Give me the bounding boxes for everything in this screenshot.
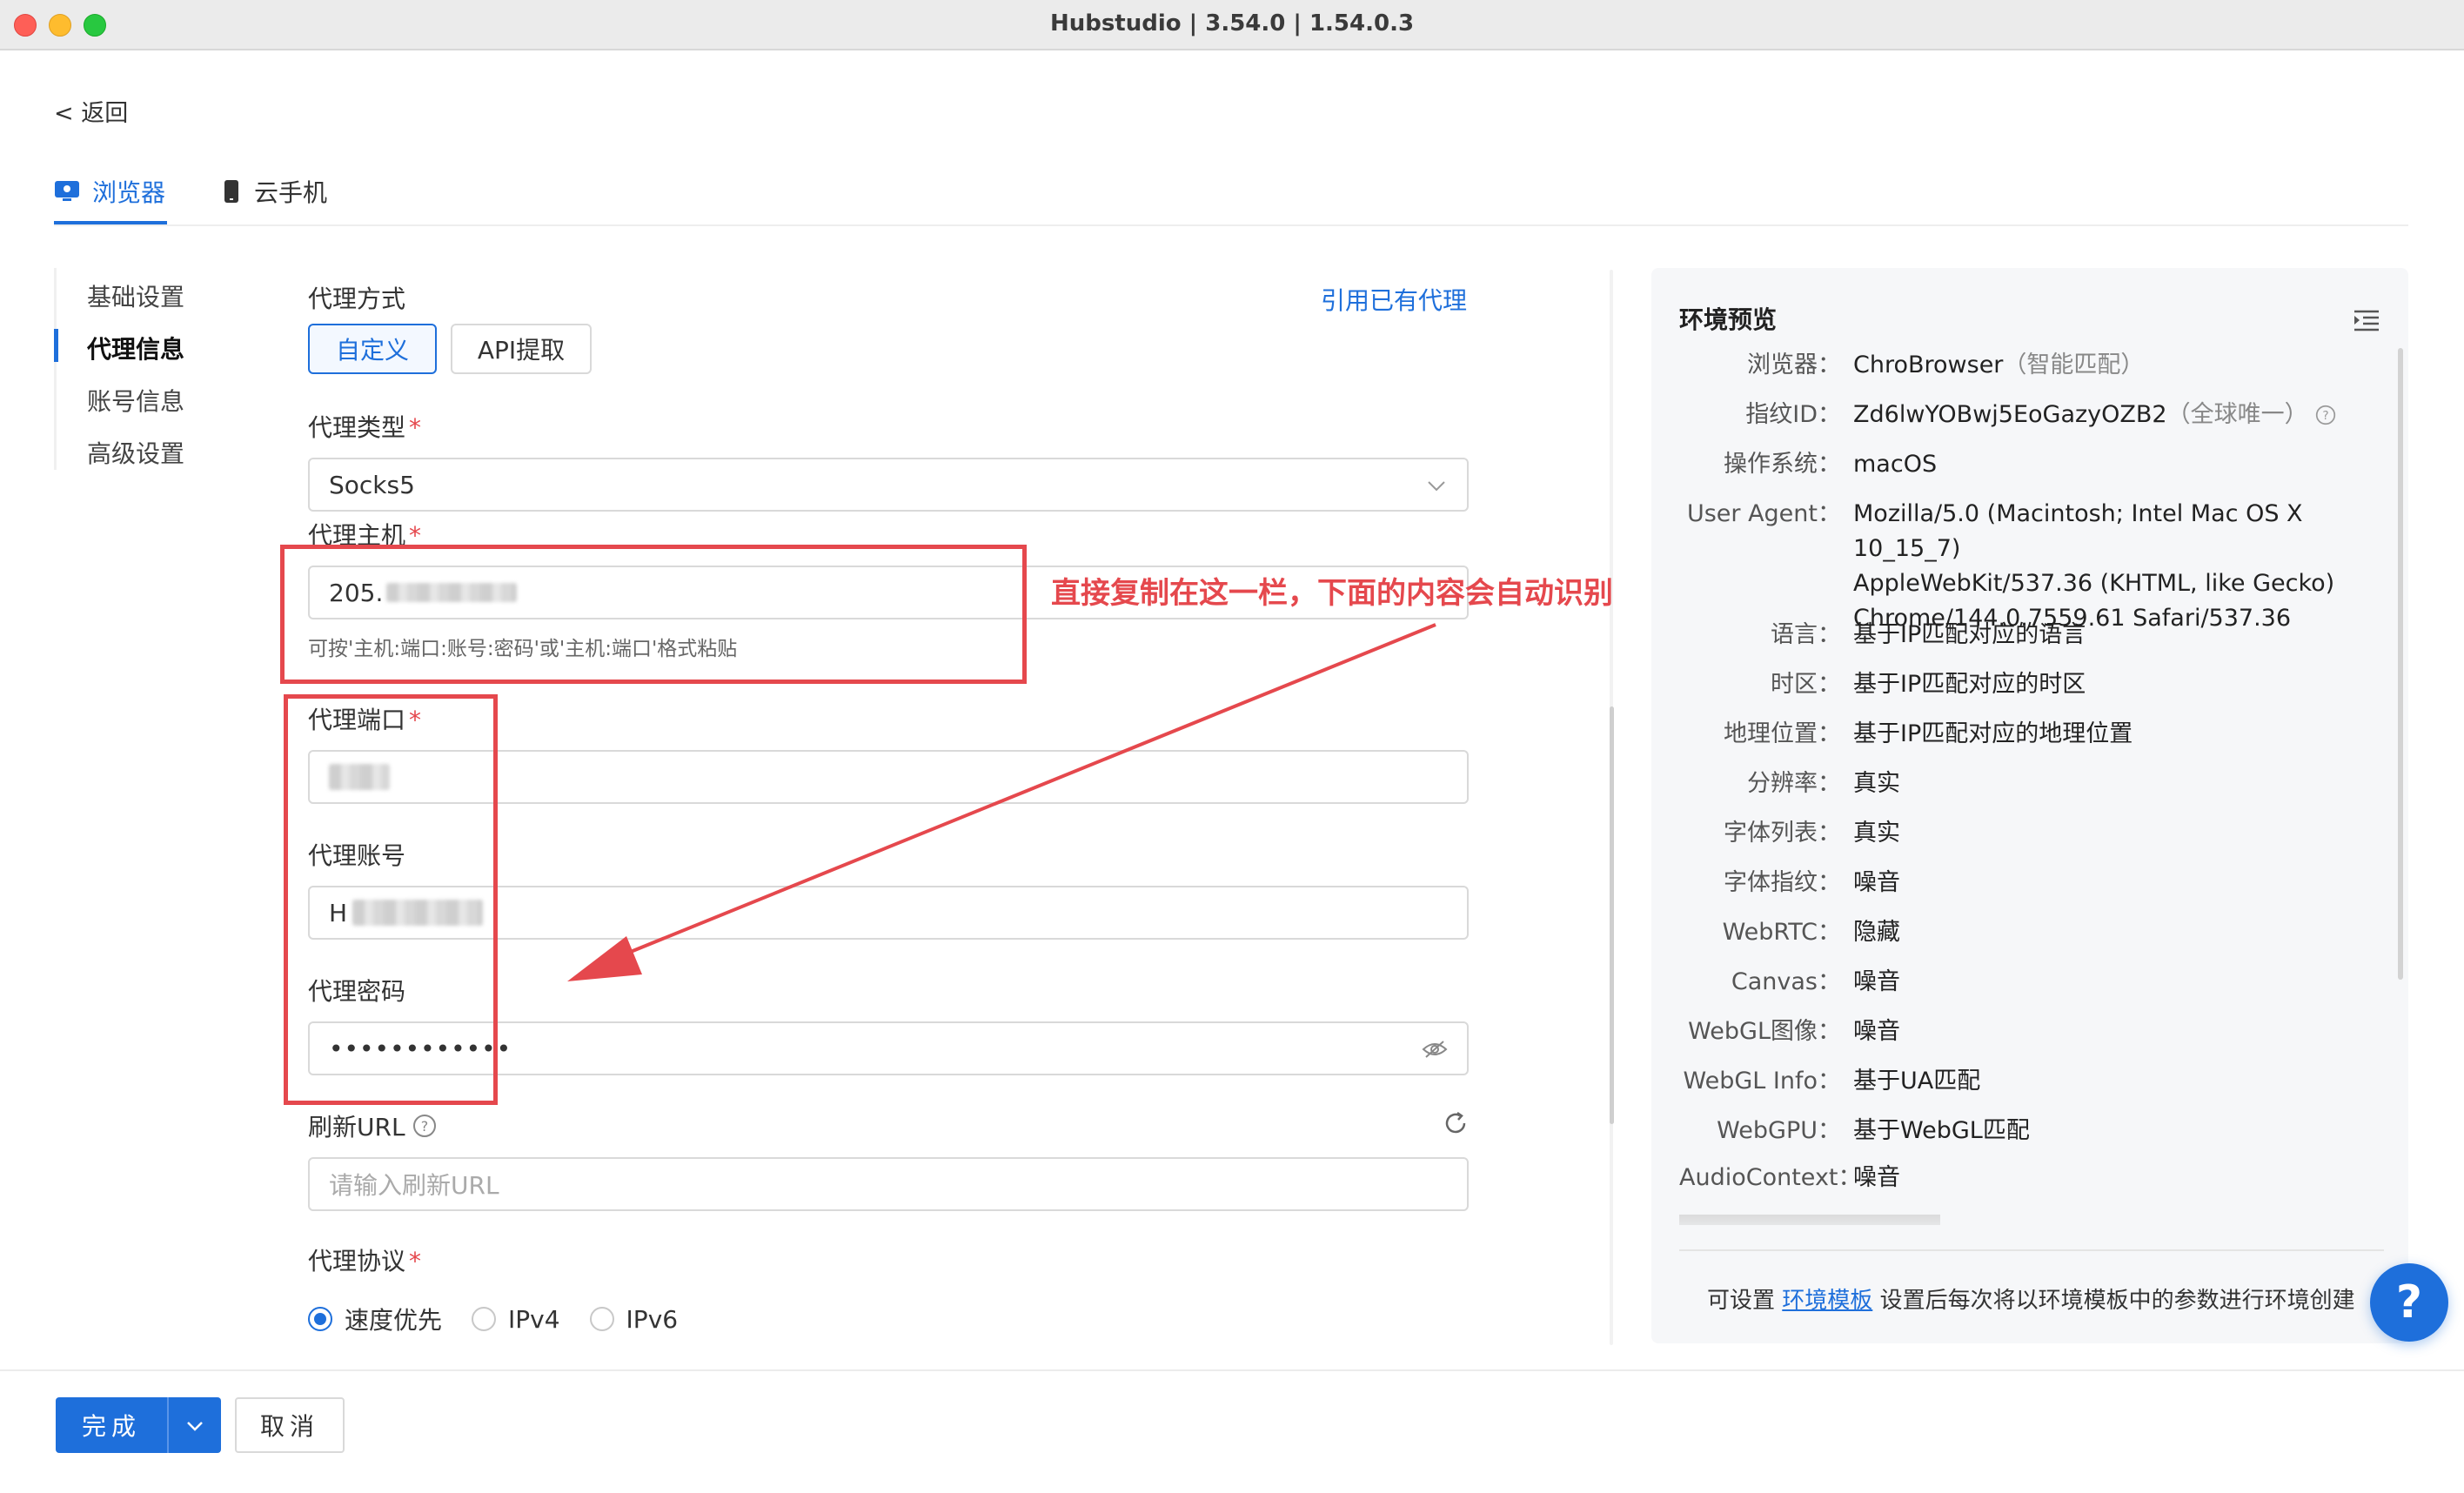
- tab-browser[interactable]: 浏览器: [54, 174, 165, 209]
- preview-row-font-list: 字体列表： 真实: [1724, 820, 1900, 847]
- mode-api-button[interactable]: API提取: [451, 324, 592, 374]
- preview-row-canvas: Canvas： 噪音: [1731, 968, 1900, 995]
- refresh-icon[interactable]: [1443, 1110, 1469, 1136]
- footer-divider: [0, 1369, 2464, 1371]
- refresh-url-label-row: 刷新URL ?: [308, 1108, 437, 1143]
- radio-ipv6-label: IPv6: [626, 1304, 679, 1334]
- preview-row-geolocation: 地理位置： 基于IP匹配对应的地理位置: [1724, 720, 2133, 747]
- preview-row-cutoff: [1679, 1211, 2384, 1225]
- proxy-protocol-label: 代理协议 *: [308, 1247, 422, 1275]
- preview-row-os: 操作系统： macOS: [1724, 451, 1938, 478]
- window-title: Hubstudio | 3.54.0 | 1.54.0.3: [1049, 10, 1415, 37]
- question-circle-icon[interactable]: ?: [2315, 405, 2336, 425]
- done-dropdown-arrow[interactable]: [169, 1415, 221, 1436]
- preview-row-webgl-info: WebGL Info： 基于UA匹配: [1683, 1068, 1981, 1095]
- refresh-url-label: 刷新URL: [308, 1113, 405, 1142]
- svg-text:?: ?: [2323, 409, 2329, 423]
- question-circle-icon[interactable]: ?: [412, 1114, 437, 1138]
- refresh-url-input[interactable]: 请输入刷新URL: [308, 1157, 1469, 1211]
- radio-ipv4-label: IPv4: [508, 1304, 560, 1334]
- radio-ipv4[interactable]: [472, 1307, 497, 1331]
- use-existing-proxy-link[interactable]: 引用已有代理: [1321, 282, 1467, 317]
- preview-row-browser: 浏览器： ChroBrowser（智能匹配）: [1747, 351, 2145, 378]
- radio-speed-first-label: 速度优先: [345, 1306, 443, 1335]
- proxy-type-select[interactable]: Socks5: [308, 458, 1469, 512]
- mode-custom-button[interactable]: 自定义: [308, 324, 437, 374]
- chevron-down-icon: [187, 1421, 203, 1431]
- proxy-protocol-group: 速度优先 IPv4 IPv6: [308, 1302, 678, 1336]
- tabs-divider: [54, 224, 2408, 226]
- done-split-button[interactable]: 完成: [56, 1397, 221, 1453]
- preview-row-user-agent: User Agent： Mozilla/5.0 (Macintosh; Inte…: [1686, 500, 2335, 632]
- menu-item-basic-settings[interactable]: 基础设置: [87, 278, 184, 313]
- tab-browser-label: 浏览器: [92, 178, 166, 207]
- annotation-text: 直接复制在这一栏，下面的内容会自动识别: [1051, 576, 1613, 611]
- proxy-type-value: Socks5: [329, 470, 415, 499]
- help-button[interactable]: ?: [2370, 1263, 2448, 1342]
- annotation-box-host: [280, 545, 1027, 684]
- preview-footer: 可设置 环境模板 设置后每次将以环境模板中的参数进行环境创建: [1707, 1288, 2355, 1314]
- browser-icon: [55, 181, 79, 201]
- tab-cloud-phone[interactable]: 云手机: [223, 174, 327, 209]
- preview-title: 环境预览: [1679, 305, 1778, 334]
- menu-item-account-info[interactable]: 账号信息: [87, 383, 184, 418]
- phone-icon: [224, 180, 238, 203]
- cancel-button[interactable]: 取消: [235, 1397, 345, 1453]
- chevron-down-icon: [1428, 481, 1445, 492]
- done-button-label[interactable]: 完成: [56, 1408, 167, 1443]
- preview-row-resolution: 分辨率： 真实: [1747, 770, 1900, 797]
- svg-text:?: ?: [420, 1118, 428, 1135]
- proxy-type-label: 代理类型 *: [308, 413, 422, 442]
- preview-scrollbar[interactable]: [2398, 348, 2403, 980]
- preview-row-font-fingerprint: 字体指纹： 噪音: [1724, 869, 1900, 896]
- radio-ipv6[interactable]: [589, 1307, 614, 1331]
- environment-template-link[interactable]: 环境模板: [1782, 1288, 1872, 1314]
- preview-divider: [1679, 1249, 2384, 1251]
- preview-row-webgpu: WebGPU： 基于WebGL匹配: [1717, 1117, 2030, 1144]
- menu-item-advanced-settings[interactable]: 高级设置: [87, 435, 184, 470]
- radio-speed-first[interactable]: [308, 1307, 332, 1331]
- menu-track: [54, 268, 57, 470]
- back-link[interactable]: < 返回: [54, 94, 128, 128]
- collapse-list-icon[interactable]: [2353, 308, 2380, 332]
- form-scrollbar[interactable]: [1610, 706, 1614, 1124]
- menu-item-proxy-info[interactable]: 代理信息: [87, 331, 184, 365]
- refresh-url-placeholder: 请输入刷新URL: [329, 1171, 499, 1200]
- preview-row-webgl-image: WebGL图像： 噪音: [1688, 1018, 1900, 1045]
- preview-row-webrtc: WebRTC： 隐藏: [1722, 919, 1900, 946]
- preview-row-language: 语言： 基于IP匹配对应的语言: [1771, 621, 2086, 648]
- preview-row-audiocontext: AudioContext： 噪音: [1679, 1164, 1900, 1191]
- annotation-box-fields: [284, 694, 498, 1105]
- tab-cloud-phone-label: 云手机: [254, 178, 328, 207]
- preview-row-timezone: 时区： 基于IP匹配对应的时区: [1771, 671, 2086, 698]
- proxy-mode-label: 代理方式: [308, 285, 406, 313]
- eye-off-icon[interactable]: [1422, 1039, 1448, 1060]
- preview-row-fingerprint-id: 指纹ID： Zd6lwYOBwj5EoGazyOZB2（全球唯一） ?: [1679, 398, 2384, 432]
- menu-active-indicator: [54, 329, 58, 362]
